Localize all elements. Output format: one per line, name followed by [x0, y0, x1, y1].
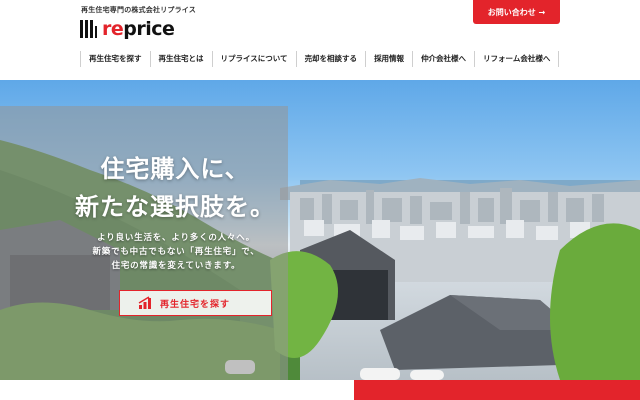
main-nav: 再生住宅を探す 再生住宅とは リプライスについて 売却を相談する 採用情報 仲介… [80, 51, 560, 67]
search-homes-cta-button[interactable]: 再生住宅を探す [119, 290, 272, 316]
hero-headline: 住宅購入に、 新たな選択肢を。 [60, 150, 290, 226]
below-hero-area [0, 380, 354, 400]
logo-wordmark: reprice [102, 18, 175, 40]
hero-headline-line-2: 新たな選択肢を。 [75, 193, 275, 221]
logo-wordmark-rest: price [123, 18, 175, 40]
hero-headline-line-1: 住宅購入に、 [100, 155, 250, 183]
nav-item-recruit[interactable]: 採用情報 [365, 51, 412, 67]
site-logo[interactable]: reprice [80, 18, 175, 40]
nav-item-sell[interactable]: 売却を相談する [295, 51, 366, 67]
hero-subcopy-line-2: 新築でも中古でもない「再生住宅」で、 [92, 247, 260, 257]
nav-item-reform[interactable]: リフォーム会社様へ [474, 51, 560, 67]
logo-wordmark-accent: re [102, 18, 124, 40]
nav-item-about-renovated[interactable]: 再生住宅とは [149, 51, 212, 67]
contact-button[interactable]: お問い合わせ → [473, 0, 560, 24]
site-tagline: 再生住宅専門の株式会社リプライス [81, 6, 196, 14]
nav-item-brokers[interactable]: 仲介会社様へ [412, 51, 474, 67]
nav-item-about-company[interactable]: リプライスについて [211, 51, 296, 67]
hero-section: 住宅購入に、 新たな選択肢を。 より良い生活を、より多くの人々へ。 新築でも中古… [0, 80, 640, 380]
search-homes-cta-label: 再生住宅を探す [160, 299, 231, 310]
hero-subcopy-line-3: 住宅の常識を変えていきます。 [111, 261, 241, 271]
hero-subcopy-line-1: より良い生活を、より多くの人々へ。 [97, 233, 255, 243]
nav-item-search-homes[interactable]: 再生住宅を探す [80, 51, 150, 67]
logo-bars-icon [80, 20, 97, 38]
hero-subcopy: より良い生活を、より多くの人々へ。 新築でも中古でもない「再生住宅」で、 住宅の… [60, 231, 292, 273]
bar-chart-icon [138, 296, 151, 309]
below-hero-red-panel [354, 380, 640, 400]
site-header: 再生住宅専門の株式会社リプライス reprice お問い合わせ → 再生住宅を探… [0, 0, 640, 80]
